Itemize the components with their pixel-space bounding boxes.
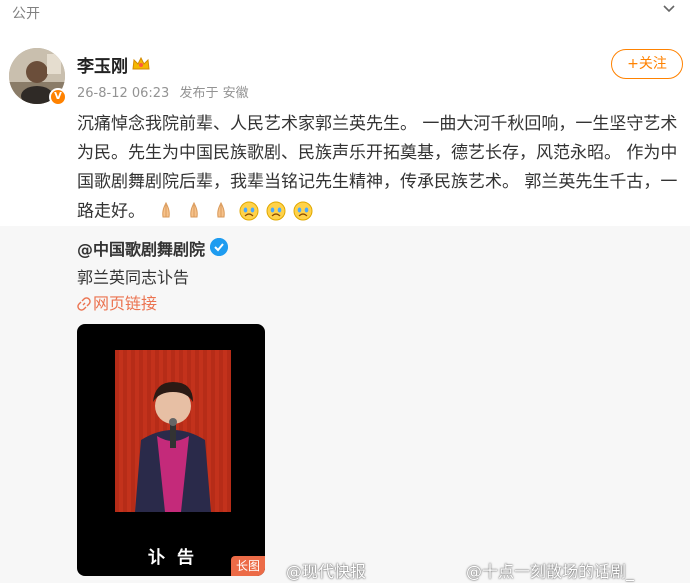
watermark-2: @十点一刻散场的话剧_ <box>466 562 635 581</box>
post-location: 发布于 安徽 <box>179 86 249 101</box>
post-time[interactable]: 26-8-12 06:23 <box>77 86 169 101</box>
pray-emoji <box>190 201 198 218</box>
pray-emoji <box>217 201 225 218</box>
long-image-badge: 长图 <box>230 556 265 576</box>
link-icon <box>77 297 91 311</box>
portrait-photo <box>115 350 231 512</box>
watermark-1: @现代快报 <box>286 562 367 581</box>
repost-title: 郭兰英同志讣告 <box>77 268 190 287</box>
follow-button[interactable]: +关注 <box>611 49 683 79</box>
visibility-label: 公开 <box>12 6 40 22</box>
verified-badge: V <box>49 88 67 106</box>
web-link[interactable]: 网页链接 <box>77 290 157 314</box>
web-link-label[interactable]: 网页链接 <box>93 294 157 313</box>
long-image[interactable]: 讣告 长图 <box>77 324 265 576</box>
crying-emoji <box>239 201 259 221</box>
chevron-down-icon[interactable] <box>660 0 678 18</box>
crying-emoji <box>293 201 313 221</box>
crown-icon <box>132 56 150 70</box>
top-bar: 公开 <box>0 0 690 24</box>
crying-emoji <box>266 201 286 221</box>
post-body: 沉痛悼念我院前辈、人民艺术家郭兰英先生。 一曲大河千秋回响，一生坚守艺术为民。先… <box>77 110 683 227</box>
pray-emoji <box>162 201 171 218</box>
verified-blue-icon <box>210 238 228 256</box>
author-name[interactable]: 李玉刚 <box>77 52 128 77</box>
repost-card[interactable]: @中国歌剧舞剧院 郭兰英同志讣告 网页链接 讣告 长图 @现代快报 @十点一刻散… <box>0 226 690 583</box>
emoji-row <box>156 197 315 226</box>
post-meta: 26-8-12 06:23 发布于 安徽 <box>77 82 255 101</box>
repost-author[interactable]: @中国歌剧舞剧院 <box>77 236 205 260</box>
